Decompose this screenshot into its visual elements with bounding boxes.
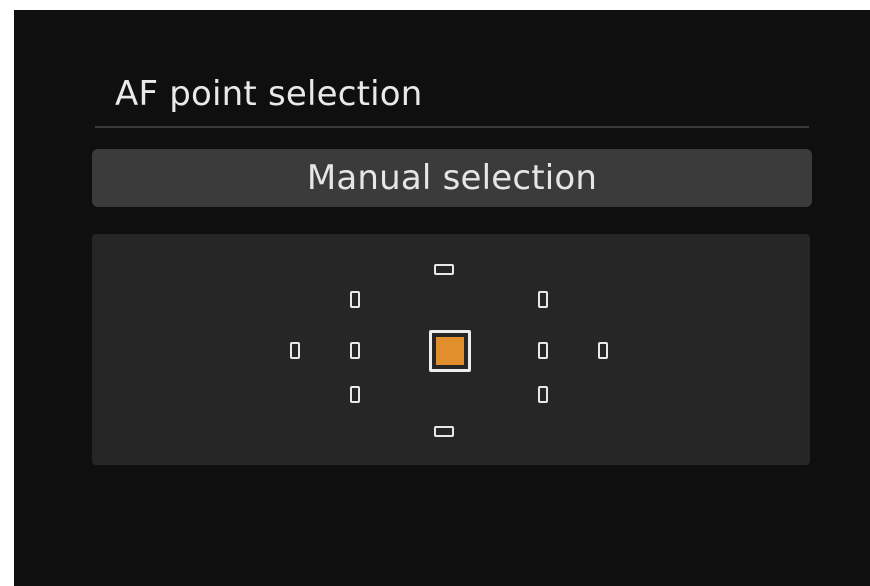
af-point-center-fill <box>436 337 464 365</box>
title-divider <box>95 126 809 128</box>
af-mode-selector[interactable]: Manual selection <box>92 149 812 207</box>
af-point-right[interactable] <box>538 342 548 359</box>
af-point-left[interactable] <box>350 342 360 359</box>
af-point-top[interactable] <box>434 264 454 275</box>
af-point-far-right[interactable] <box>598 342 608 359</box>
af-mode-label: Manual selection <box>306 158 598 198</box>
page-title: AF point selection <box>115 74 423 114</box>
camera-menu-screen: AF point selection Manual selection <box>14 10 870 586</box>
af-point-grid <box>92 234 810 465</box>
af-point-bottom[interactable] <box>434 426 454 437</box>
af-point-lower-left[interactable] <box>350 386 360 403</box>
af-point-far-left[interactable] <box>290 342 300 359</box>
af-point-upper-left[interactable] <box>350 291 360 308</box>
af-point-upper-right[interactable] <box>538 291 548 308</box>
af-point-lower-right[interactable] <box>538 386 548 403</box>
af-point-center-selected[interactable] <box>429 330 471 372</box>
